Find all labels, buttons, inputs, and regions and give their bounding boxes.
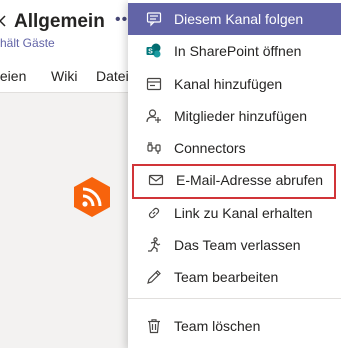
menu-item-open-sharepoint[interactable]: S In SharePoint öffnen [128, 35, 341, 67]
menu-item-add-members[interactable]: Mitglieder hinzufügen [128, 100, 341, 132]
menu-item-label: Connectors [174, 140, 246, 156]
menu-item-get-email-address[interactable]: E-Mail-Adresse abrufen [132, 164, 336, 199]
svg-text:S: S [148, 49, 153, 56]
add-members-icon [146, 109, 161, 123]
chevron-left-icon[interactable] [0, 14, 10, 28]
menu-item-label: Kanal hinzufügen [174, 76, 283, 92]
menu-item-label: Link zu Kanal erhalten [174, 205, 313, 221]
menu-divider [128, 298, 341, 299]
sharepoint-icon: S [146, 43, 161, 58]
menu-item-label: Das Team verlassen [174, 237, 301, 253]
follow-channel-icon [146, 12, 162, 27]
link-icon [148, 207, 160, 219]
trash-icon [148, 319, 160, 334]
add-channel-icon [146, 77, 162, 91]
edit-icon [147, 270, 161, 284]
menu-item-label: E-Mail-Adresse abrufen [176, 172, 324, 188]
menu-item-edit-team[interactable]: Team bearbeiten [128, 261, 341, 293]
leave-team-icon [148, 237, 161, 252]
channel-title: Allgemein [14, 11, 105, 32]
menu-item-label: Diesem Kanal folgen [174, 11, 304, 27]
rss-feed-icon [74, 177, 110, 217]
menu-item-connectors[interactable]: Connectors [128, 132, 341, 164]
channel-subtitle: hält Gäste [0, 36, 55, 50]
menu-item-follow-channel[interactable]: Diesem Kanal folgen [128, 3, 341, 35]
connectors-icon [147, 142, 161, 154]
menu-item-label: Team bearbeiten [174, 269, 279, 285]
menu-item-leave-team[interactable]: Das Team verlassen [128, 229, 341, 261]
menu-item-label: Mitglieder hinzufügen [174, 108, 308, 124]
tab-wiki[interactable]: Wiki [51, 68, 77, 84]
menu-item-add-channel[interactable]: Kanal hinzufügen [128, 68, 341, 100]
channel-context-menu: Diesem Kanal folgen S In SharePoint öffn… [128, 0, 341, 348]
menu-item-get-channel-link[interactable]: Link zu Kanal erhalten [128, 197, 341, 229]
menu-item-delete-team[interactable]: Team löschen [128, 310, 341, 342]
menu-item-label: In SharePoint öffnen [174, 43, 302, 59]
menu-item-label: Team löschen [174, 318, 261, 334]
tab-datei[interactable]: Datei [96, 68, 129, 84]
tab-dateien[interactable]: teien [0, 68, 26, 84]
mail-icon [148, 174, 164, 186]
